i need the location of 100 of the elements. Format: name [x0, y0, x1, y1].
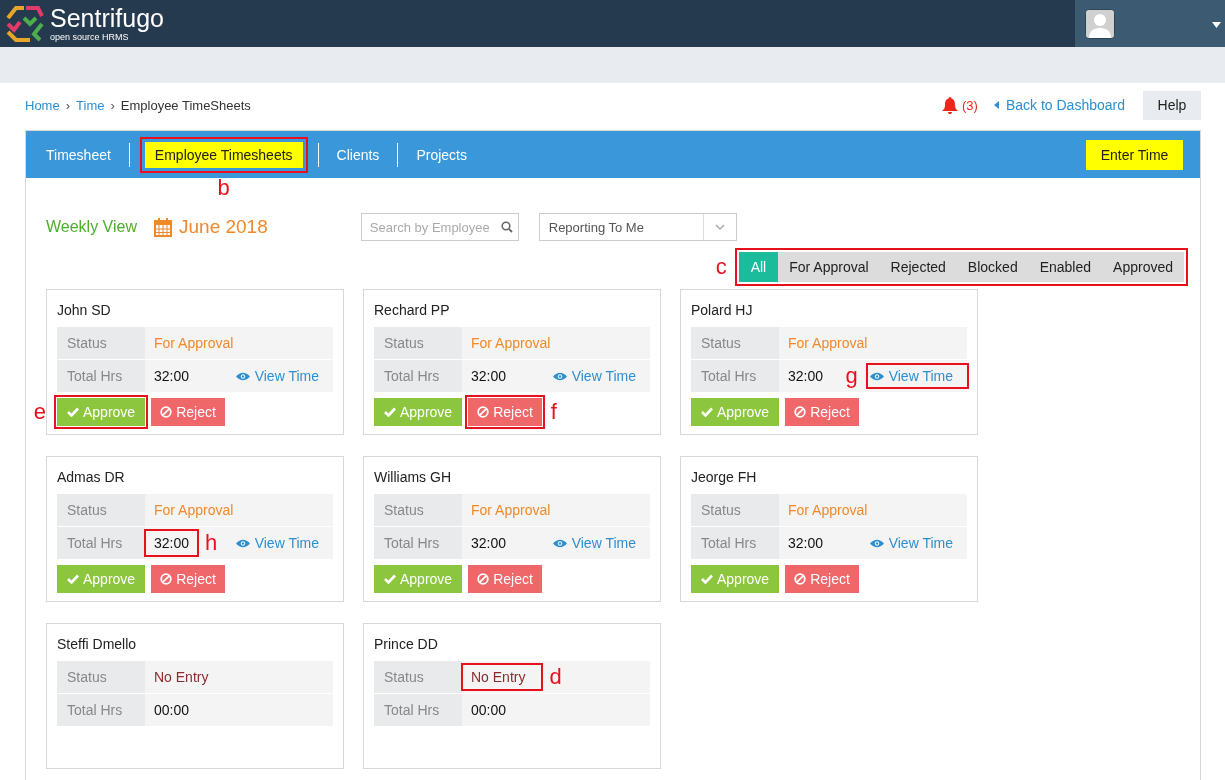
- view-time-link[interactable]: View Time: [235, 535, 319, 551]
- annotation-letter: g: [845, 365, 858, 387]
- bell-icon[interactable]: [942, 96, 959, 114]
- status-label: Status: [691, 494, 779, 526]
- approve-button[interactable]: Approve: [374, 565, 463, 593]
- eye-icon: [869, 538, 884, 548]
- prohibited-icon: [794, 406, 807, 418]
- status-value: For Approval: [154, 335, 234, 351]
- annotation-letter: b: [217, 176, 230, 199]
- approve-button[interactable]: Approve: [691, 565, 780, 593]
- status-value: For Approval: [471, 335, 551, 351]
- prohibited-icon: [477, 406, 490, 418]
- employee-name: Prince DD: [374, 636, 439, 652]
- hours-label: Total Hrs: [57, 360, 145, 392]
- annotation-letter: d: [549, 666, 562, 688]
- hours-label: Total Hrs: [374, 360, 462, 392]
- tab[interactable]: Timesheet: [46, 141, 111, 168]
- status-label: Status: [57, 327, 145, 359]
- reject-button[interactable]: Reject: [468, 565, 542, 593]
- status-value: No Entry: [471, 669, 526, 685]
- user-menu[interactable]: [1075, 0, 1225, 47]
- view-time-link[interactable]: View Time: [869, 535, 953, 551]
- hours-label: Total Hrs: [691, 360, 779, 392]
- hours-value: 32:00: [471, 535, 507, 551]
- eye-icon: [552, 538, 567, 548]
- view-time-link[interactable]: View Time: [552, 368, 636, 384]
- eye-icon: [552, 371, 567, 381]
- approve-button[interactable]: Approve: [57, 565, 146, 593]
- breadcrumb-link[interactable]: Time: [76, 97, 105, 113]
- filter-tab[interactable]: Blocked: [956, 252, 1029, 282]
- hours-value: 32:00: [154, 535, 190, 551]
- checkmark-icon: [384, 574, 396, 584]
- status-label: Status: [691, 327, 779, 359]
- prohibited-icon: [477, 573, 490, 585]
- filter-tab[interactable]: Rejected: [879, 252, 957, 282]
- annotation-letter: e: [33, 401, 46, 423]
- reject-button[interactable]: Reject: [151, 565, 225, 593]
- reject-button[interactable]: Reject: [785, 398, 859, 426]
- employee-name: Williams GH: [374, 469, 452, 485]
- tab[interactable]: Projects: [416, 141, 467, 168]
- tab[interactable]: Clients: [336, 141, 380, 168]
- employee-name: Polard HJ: [691, 302, 754, 318]
- status-value: For Approval: [788, 335, 868, 351]
- hours-value: 32:00: [788, 535, 824, 551]
- hours-value: 00:00: [471, 702, 507, 718]
- reporting-dropdown[interactable]: Reporting To Me: [538, 213, 737, 241]
- filter-tab[interactable]: All: [738, 252, 779, 282]
- status-label: Status: [57, 661, 145, 693]
- status-value: No Entry: [154, 669, 209, 685]
- logo-icon: [4, 3, 44, 44]
- reject-button[interactable]: Reject: [151, 398, 225, 426]
- hours-label: Total Hrs: [57, 527, 145, 559]
- checkmark-icon: [67, 574, 79, 584]
- tab[interactable]: Employee Timesheets: [143, 140, 304, 169]
- approve-button[interactable]: Approve: [57, 398, 146, 426]
- caret-icon: [1212, 21, 1221, 28]
- avatar-icon: [1085, 8, 1115, 39]
- approve-button[interactable]: Approve: [691, 398, 780, 426]
- view-time-link[interactable]: View Time: [552, 535, 636, 551]
- view-label[interactable]: Weekly View: [46, 218, 137, 236]
- brand-tagline: open source HRMS: [50, 32, 129, 42]
- enter-time-button[interactable]: Enter Time: [1086, 139, 1183, 170]
- back-link[interactable]: Back to Dashboard: [993, 97, 1125, 113]
- reject-button[interactable]: Reject: [785, 565, 859, 593]
- caret-icon: [993, 101, 999, 109]
- breadcrumb-separator: ›: [65, 97, 71, 113]
- hours-value: 00:00: [154, 702, 190, 718]
- search-field[interactable]: Search by Employee: [360, 213, 519, 241]
- status-value: For Approval: [471, 502, 551, 518]
- filter-tab[interactable]: Enabled: [1028, 252, 1103, 282]
- status-value: For Approval: [154, 502, 234, 518]
- hours-value: 32:00: [154, 368, 190, 384]
- filter-tab[interactable]: Approved: [1102, 252, 1184, 282]
- hours-value: 32:00: [788, 368, 824, 384]
- reject-button[interactable]: Reject: [468, 398, 542, 426]
- annotation-letter: h: [205, 532, 218, 554]
- view-time-link[interactable]: View Time: [235, 368, 319, 384]
- brand-name: Sentrifugo: [50, 5, 164, 31]
- employee-name: John SD: [57, 302, 112, 318]
- calendar-icon[interactable]: [154, 217, 172, 237]
- checkmark-icon: [701, 407, 713, 417]
- employee-name: Steffi Dmello: [57, 636, 138, 652]
- hours-label: Total Hrs: [57, 694, 145, 726]
- filter-tab[interactable]: For Approval: [778, 252, 880, 282]
- status-label: Status: [374, 494, 462, 526]
- checkmark-icon: [67, 407, 79, 417]
- hours-label: Total Hrs: [691, 527, 779, 559]
- prohibited-icon: [794, 573, 807, 585]
- chevron-down-icon: [714, 224, 725, 230]
- status-value: For Approval: [788, 502, 868, 518]
- breadcrumb-current: Employee TimeSheets: [120, 97, 251, 113]
- eye-icon: [235, 538, 250, 548]
- breadcrumb-link[interactable]: Home: [25, 97, 60, 113]
- hours-label: Total Hrs: [374, 527, 462, 559]
- help-button[interactable]: Help: [1143, 90, 1201, 120]
- employee-name: Jeorge FH: [691, 469, 758, 485]
- view-time-link[interactable]: View Time: [869, 368, 953, 384]
- approve-button[interactable]: Approve: [374, 398, 463, 426]
- search-icon: [500, 221, 513, 233]
- notification-count: (3): [962, 97, 978, 113]
